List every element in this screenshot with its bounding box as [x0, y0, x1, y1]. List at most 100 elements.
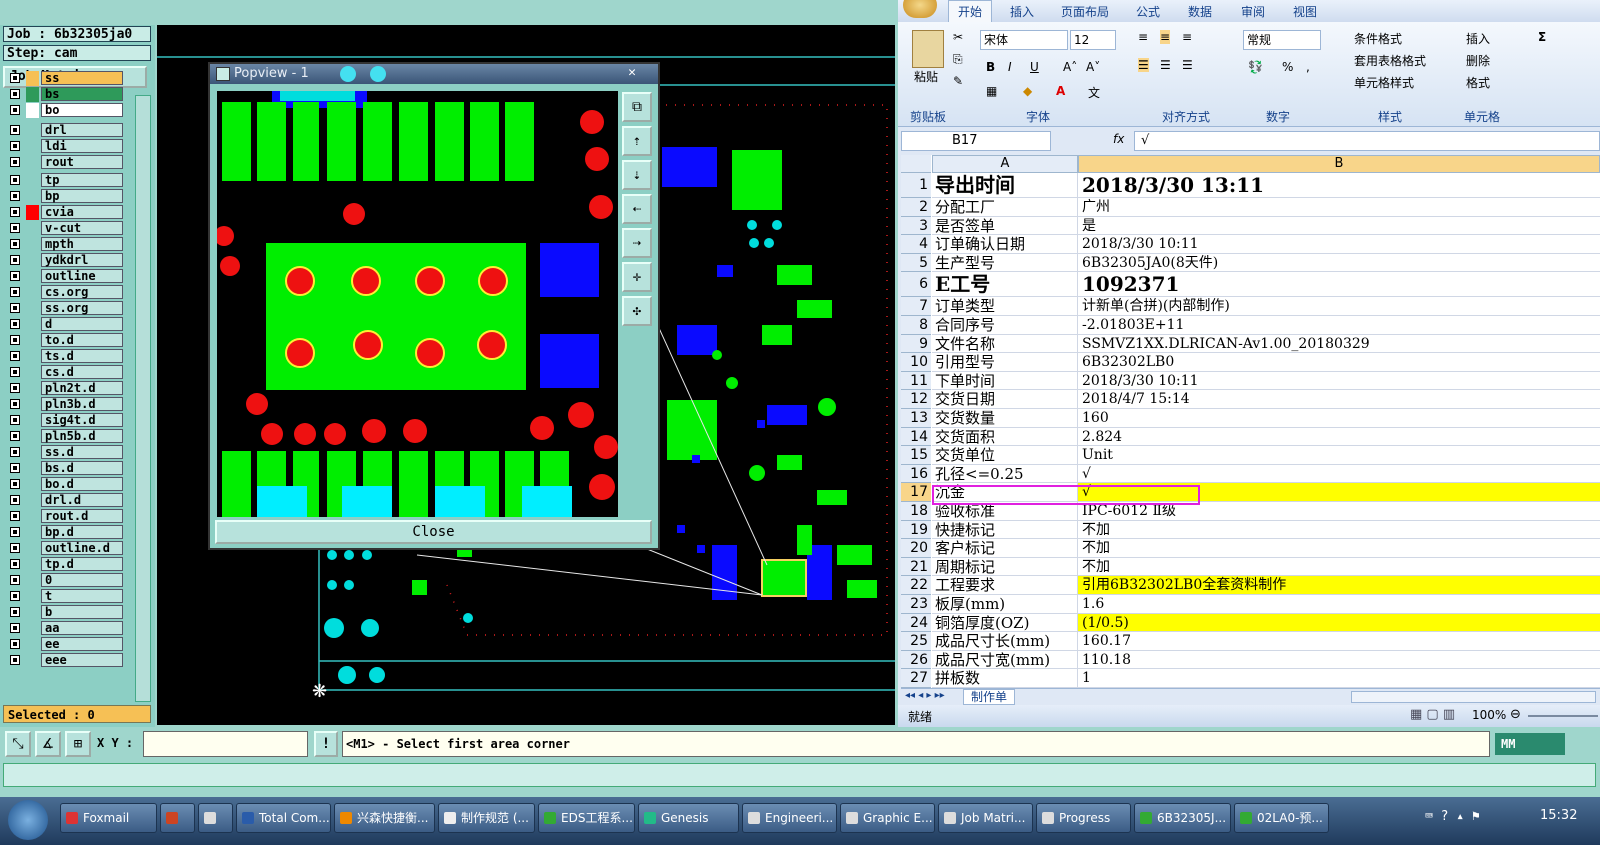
row-header[interactable]: 22 [901, 576, 931, 595]
layer-row-ss.d[interactable]: ss.d [5, 445, 123, 460]
cell-label[interactable]: 下单时间 [932, 371, 1078, 391]
layer-row-drl[interactable]: drl [5, 123, 123, 138]
row-header[interactable]: 10 [901, 353, 931, 372]
layer-row-v-cut[interactable]: v-cut [5, 221, 123, 236]
taskbar-item[interactable]: 02LA0-预... [1234, 803, 1329, 833]
layer-name[interactable]: outline [41, 269, 123, 283]
zoom-fit-button[interactable]: ⧉ [622, 92, 652, 122]
layer-name[interactable]: ldi [41, 139, 123, 153]
row-header[interactable]: 24 [901, 613, 931, 633]
tab-data[interactable]: 数据 [1188, 3, 1212, 20]
row-header[interactable]: 27 [901, 669, 931, 688]
format-painter-icon[interactable]: ✎ [953, 74, 963, 88]
cell-value[interactable]: 110.18 [1078, 651, 1600, 670]
cell-value[interactable]: 1092371 [1078, 272, 1600, 298]
layer-checkbox[interactable] [10, 89, 20, 99]
cell-value[interactable]: 2018/3/30 10:11 [1078, 235, 1600, 254]
cell-value[interactable]: 2.824 [1078, 428, 1600, 447]
row-header[interactable]: 14 [901, 427, 931, 447]
layer-row-ydkdrl[interactable]: ydkdrl [5, 253, 123, 268]
layer-row-0[interactable]: 0 [5, 573, 123, 588]
cell-label[interactable]: 板厚(mm) [932, 595, 1078, 614]
cell-label[interactable]: 交货日期 [932, 390, 1078, 409]
layer-checkbox[interactable] [10, 527, 20, 537]
row-header[interactable]: 16 [901, 464, 931, 484]
grid-icon[interactable]: ⊞ [65, 731, 91, 757]
pan-right-button[interactable]: ⇢ [622, 228, 652, 258]
row-header[interactable]: 15 [901, 446, 931, 465]
cell-label[interactable]: 合同序号 [932, 316, 1078, 335]
layer-checkbox[interactable] [10, 367, 20, 377]
units-selector[interactable]: MM [1495, 733, 1565, 755]
layer-name[interactable]: t [41, 589, 123, 603]
layer-row-pln5b.d[interactable]: pln5b.d [5, 429, 123, 444]
number-format-select[interactable]: 常规 [1243, 30, 1321, 50]
layer-name[interactable]: cs.org [41, 285, 123, 299]
shrink-font-icon[interactable]: A˅ [1086, 60, 1100, 74]
cell-value[interactable]: 引用6B32302LB0全套资料制作 [1078, 576, 1600, 595]
row-header[interactable]: 4 [901, 235, 931, 254]
taskbar-item[interactable]: Engineeri... [742, 803, 837, 833]
font-color-icon[interactable]: A [1056, 84, 1065, 98]
layer-checkbox[interactable] [10, 125, 20, 135]
layer-checkbox[interactable] [10, 447, 20, 457]
spreadsheet-grid[interactable]: A B 1 导出时间 2018/3/30 13:11 2 分配工厂 广州 3 是否签单是 4 订单… [901, 155, 1600, 690]
layer-checkbox[interactable] [10, 655, 20, 665]
layer-row-bs.d[interactable]: bs.d [5, 461, 123, 476]
close-icon[interactable]: ✕ [610, 64, 654, 82]
layer-row-drl.d[interactable]: drl.d [5, 493, 123, 508]
cell-label[interactable]: 导出时间 [932, 173, 1078, 198]
layer-checkbox[interactable] [10, 255, 20, 265]
layer-row-b[interactable]: b [5, 605, 123, 620]
layer-row-ldi[interactable]: ldi [5, 139, 123, 154]
layer-name[interactable]: ee [41, 637, 123, 651]
layer-name[interactable]: d [41, 317, 123, 331]
taskbar-item[interactable]: Genesis [638, 803, 739, 833]
sheet-tab[interactable]: 制作单 [963, 689, 1015, 705]
layer-checkbox[interactable] [10, 351, 20, 361]
view-mode-icon[interactable]: ▦ ▢ ▥ [1410, 707, 1455, 722]
layer-checkbox[interactable] [10, 207, 20, 217]
cell-value[interactable]: 2018/3/30 13:11 [1078, 173, 1600, 198]
layer-checkbox[interactable] [10, 157, 20, 167]
cell-label[interactable]: 生产型号 [932, 253, 1078, 273]
layer-name[interactable]: ydkdrl [41, 253, 123, 267]
layer-name[interactable]: ss.d [41, 445, 123, 459]
cell-value[interactable]: 广州 [1078, 198, 1600, 217]
row-header[interactable]: 25 [901, 632, 931, 651]
layer-row-outline[interactable]: outline [5, 269, 123, 284]
tray-icons[interactable]: ⌨ ? ▴ ⚑ [1425, 809, 1480, 824]
taskbar-item[interactable]: Foxmail [60, 803, 157, 833]
layer-checkbox[interactable] [10, 287, 20, 297]
cell-value[interactable]: 不加 [1078, 558, 1600, 577]
paste-icon[interactable] [912, 30, 944, 68]
layer-row-tp[interactable]: tp [5, 173, 123, 188]
row-header[interactable]: 7 [901, 297, 931, 316]
layer-row-ts.d[interactable]: ts.d [5, 349, 123, 364]
format-as-table-button[interactable]: 套用表格格式 [1354, 52, 1426, 69]
popview-titlebar[interactable]: Popview - 1 ✕ [210, 64, 658, 84]
cell-value[interactable]: 1.6 [1078, 595, 1600, 614]
layer-checkbox[interactable] [10, 559, 20, 569]
layer-name[interactable]: bs.d [41, 461, 123, 475]
cell-value[interactable]: 2018/4/7 15:14 [1078, 390, 1600, 409]
insert-cells-button[interactable]: 插入 [1466, 30, 1490, 47]
layer-name[interactable]: eee [41, 653, 123, 667]
row-header[interactable]: 6 [901, 272, 931, 298]
grow-font-icon[interactable]: A˄ [1063, 60, 1077, 74]
align-middle-icon[interactable]: ≡ [1160, 30, 1171, 44]
layer-name[interactable]: to.d [41, 333, 123, 347]
border-icon[interactable]: ▦ [986, 84, 997, 98]
conditional-format-button[interactable]: 条件格式 [1354, 30, 1402, 47]
row-header[interactable]: 3 [901, 216, 931, 236]
bold-icon[interactable]: B [986, 60, 995, 74]
font-size-select[interactable]: 12 [1070, 30, 1116, 50]
cell-value[interactable]: 6B32305JA0(8天件) [1078, 254, 1600, 273]
layer-row-bp.d[interactable]: bp.d [5, 525, 123, 540]
layer-name[interactable]: bo.d [41, 477, 123, 491]
layer-row-cvia[interactable]: cvia [5, 205, 123, 220]
cell-label[interactable]: 孔径<=0.25 [932, 464, 1078, 484]
cell-label[interactable]: 是否签单 [932, 216, 1078, 236]
layer-row-eee[interactable]: eee [5, 653, 123, 668]
percent-icon[interactable]: % [1282, 60, 1293, 74]
